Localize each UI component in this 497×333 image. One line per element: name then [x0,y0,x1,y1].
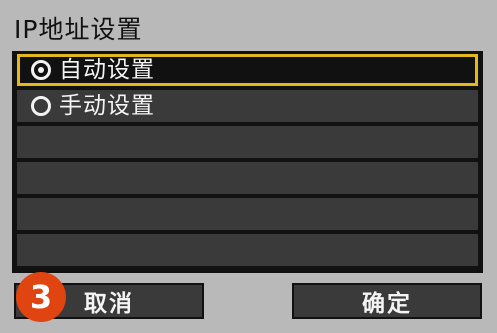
empty-row [17,198,478,230]
step-number-badge: 3 [16,272,66,322]
empty-row [17,162,478,194]
radio-selected-icon [31,60,51,80]
option-manual[interactable]: 手动设置 [17,90,478,122]
empty-row [17,234,478,266]
option-list: 自动设置 手动设置 [12,51,483,273]
option-label: 手动设置 [59,93,155,119]
radio-unselected-icon [31,96,51,116]
option-label: 自动设置 [59,57,155,83]
screen-title: IP地址设置 [14,15,143,44]
ok-button[interactable]: 确定 [292,283,482,319]
empty-row [17,126,478,158]
option-auto[interactable]: 自动设置 [17,54,478,86]
